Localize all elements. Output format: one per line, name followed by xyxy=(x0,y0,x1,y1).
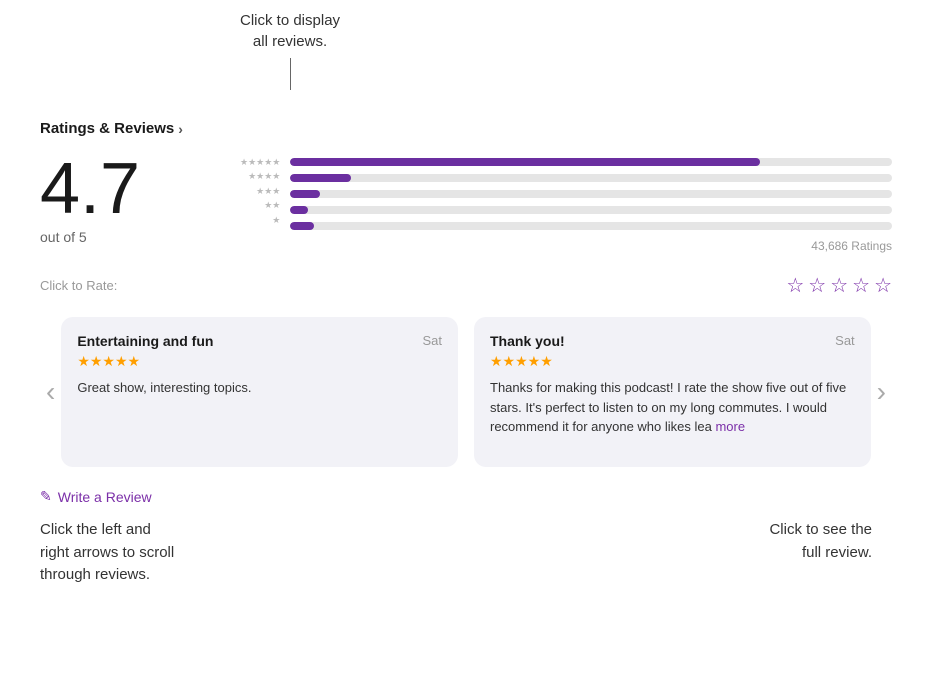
review-date: Sat xyxy=(422,333,442,348)
left-arrow-button[interactable]: ‹ xyxy=(40,312,61,472)
histogram-bars: 43,686 Ratings xyxy=(290,153,892,253)
rating-out-of: out of 5 xyxy=(40,229,87,245)
histogram-bar-row xyxy=(290,219,892,233)
star-3[interactable]: ☆ xyxy=(830,273,848,298)
total-ratings-count: 43,686 Ratings xyxy=(290,239,892,253)
click-to-rate-row: Click to Rate: ☆ ☆ ☆ ☆ ☆ xyxy=(40,273,892,298)
review-stars: ★★★★★ xyxy=(490,353,855,370)
write-review-label: Write a Review xyxy=(58,489,152,505)
star-1[interactable]: ☆ xyxy=(786,273,804,298)
review-body: Thanks for making this podcast! I rate t… xyxy=(490,378,855,437)
review-more-link[interactable]: more xyxy=(715,419,745,434)
histogram-bar-row xyxy=(290,171,892,185)
review-card-header: Entertaining and fun Sat xyxy=(77,333,442,349)
big-rating-block: 4.7 out of 5 xyxy=(40,153,200,245)
review-card: Thank you! Sat ★★★★★ Thanks for making this… xyxy=(474,317,871,467)
histogram-bar-row xyxy=(290,155,892,169)
review-title: Entertaining and fun xyxy=(77,333,213,349)
histogram-bar-row xyxy=(290,203,892,217)
annotation-bottom-left: Click the left and right arrows to scrol… xyxy=(40,519,174,587)
write-review-icon: ✎ xyxy=(40,488,52,505)
review-title: Thank you! xyxy=(490,333,565,349)
star-2[interactable]: ☆ xyxy=(808,273,826,298)
write-review-link[interactable]: ✎ Write a Review xyxy=(40,488,892,505)
review-card: Entertaining and fun Sat ★★★★★ Great show, … xyxy=(61,317,458,467)
reviews-carousel: ‹ Entertaining and fun Sat ★★★★★ Great show… xyxy=(40,312,892,472)
histogram-bar-row xyxy=(290,187,892,201)
reviews-cards-container: Entertaining and fun Sat ★★★★★ Great show, … xyxy=(61,317,870,467)
right-arrow-button[interactable]: › xyxy=(871,312,892,472)
ratings-reviews-title: Ratings & Reviews xyxy=(40,120,174,137)
rating-summary: 4.7 out of 5 ★★★★★ ★★★★ ★★★ ★★ ★ 43,686 … xyxy=(40,153,892,253)
right-arrow-icon: › xyxy=(877,376,886,408)
interactive-stars[interactable]: ☆ ☆ ☆ ☆ ☆ xyxy=(786,273,892,298)
star-histogram: ★★★★★ ★★★★ ★★★ ★★ ★ 43,686 Ratings xyxy=(240,153,892,253)
review-body: Great show, interesting topics. xyxy=(77,378,442,398)
click-to-rate-label: Click to Rate: xyxy=(40,278,117,293)
review-stars: ★★★★★ xyxy=(77,353,442,370)
review-card-header: Thank you! Sat xyxy=(490,333,855,349)
left-arrow-icon: ‹ xyxy=(46,376,55,408)
annotation-bottom-right: Click to see the full review. xyxy=(769,519,892,587)
star-cluster: ★★★★★ ★★★★ ★★★ ★★ ★ xyxy=(240,153,280,227)
review-date: Sat xyxy=(835,333,855,348)
ratings-reviews-header[interactable]: Ratings & Reviews › xyxy=(40,120,892,137)
star-5[interactable]: ☆ xyxy=(874,273,892,298)
chevron-icon: › xyxy=(178,121,183,137)
rating-score: 4.7 xyxy=(40,153,140,225)
star-4[interactable]: ☆ xyxy=(852,273,870,298)
